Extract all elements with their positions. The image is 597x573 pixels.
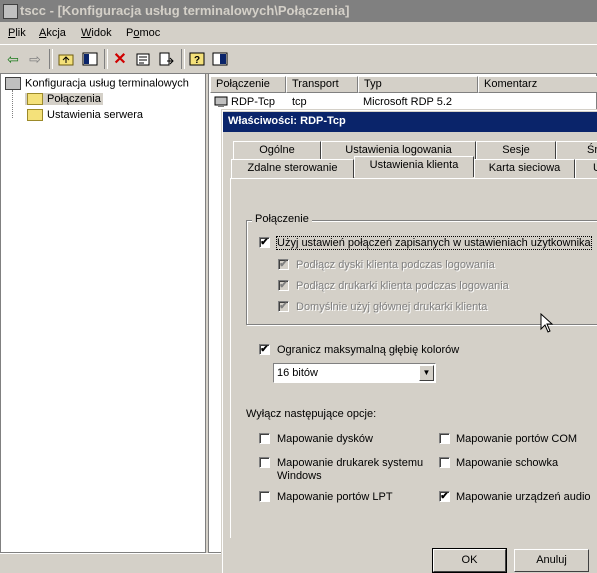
tree-root[interactable]: Konfiguracja usług terminalowych — [5, 77, 189, 90]
checkbox-default-printer[interactable]: ✔ — [278, 301, 289, 312]
group-title: Połączenie — [252, 213, 312, 225]
column-header-typ[interactable]: Typ — [358, 76, 478, 93]
up-folder-icon[interactable] — [56, 49, 76, 69]
checkbox-connect-drives[interactable]: ✔ — [278, 259, 289, 270]
toolbar: ⇦ ⇨ ✕ ? — [0, 44, 597, 74]
label-connect-printers: Podłącz drukarki klienta podczas logowan… — [296, 280, 509, 292]
label-map-audio: Mapowanie urządzeń audio — [456, 491, 591, 503]
export-list-icon[interactable] — [156, 49, 176, 69]
window-title-bar: tscc - [Konfiguracja usług terminalowych… — [0, 0, 597, 22]
console-icon — [3, 4, 18, 19]
delete-icon[interactable]: ✕ — [110, 49, 130, 69]
mouse-cursor-icon — [540, 312, 554, 338]
dialog-title: Właściwości: RDP-Tcp — [228, 115, 346, 127]
folder-icon — [27, 93, 43, 106]
action-pane-icon[interactable] — [210, 49, 230, 69]
checkbox-map-lpt[interactable] — [259, 491, 270, 502]
cancel-button[interactable]: Anuluj — [514, 549, 589, 572]
label-map-printers: Mapowanie drukarek systemu — [277, 457, 424, 469]
checkbox-map-clipboard[interactable] — [439, 457, 450, 468]
label-map-com: Mapowanie portów COM — [456, 433, 578, 445]
checkbox-limit-color-depth[interactable]: ✔ — [259, 344, 270, 355]
cell-connection: RDP-Tcp — [231, 96, 276, 108]
disable-options-label: Wyłącz następujące opcje: — [246, 408, 377, 420]
label-map-clipboard: Mapowanie schowka — [456, 457, 559, 469]
menu-bar: Plik Akcja Widok Pomoc — [0, 23, 597, 43]
menu-akcja[interactable]: Akcja — [39, 27, 66, 39]
tree-pane: Konfiguracja usług terminalowych Połącze… — [0, 73, 206, 553]
ok-button[interactable]: OK — [432, 548, 507, 573]
help-icon[interactable]: ? — [187, 49, 207, 69]
checkbox-map-audio[interactable]: ✔ — [439, 491, 450, 502]
menu-plik[interactable]: Plik — [8, 27, 26, 39]
label-limit-color-depth: Ogranicz maksymalną głębię kolorów — [277, 344, 460, 356]
label-connect-drives: Podłącz dyski klienta podczas logowania — [296, 259, 495, 271]
cell-transport: tcp — [292, 96, 307, 108]
label-map-drives: Mapowanie dysków — [277, 433, 373, 445]
tree-item-ustawienia-serwera[interactable]: Ustawienia serwera — [25, 109, 145, 122]
tab-ogolne[interactable]: Ogólne — [233, 141, 321, 160]
tree-item-label: Połączenia — [47, 93, 101, 105]
menu-pomoc[interactable]: Pomoc — [126, 27, 160, 39]
color-depth-value: 16 bitów — [277, 367, 318, 379]
window-title: tscc - [Konfiguracja usług terminalowych… — [20, 3, 350, 18]
label-use-connection-settings: Użyj ustawień połączeń zapisanych w usta… — [276, 236, 592, 250]
tree-root-label: Konfiguracja usług terminalowych — [25, 77, 189, 90]
tab-zdalne-sterowanie[interactable]: Zdalne sterowanie — [231, 159, 354, 178]
dialog-title-bar: Właściwości: RDP-Tcp — [223, 112, 597, 132]
color-depth-select[interactable]: 16 bitów ▼ — [273, 363, 436, 383]
connection-icon — [214, 96, 230, 111]
tab-karta-sieciowa[interactable]: Karta sieciowa — [474, 159, 575, 178]
menu-widok[interactable]: Widok — [81, 27, 112, 39]
svg-text:?: ? — [194, 55, 200, 66]
checkbox-use-connection-settings[interactable]: ✔ — [259, 237, 270, 248]
column-header-transport[interactable]: Transport — [286, 76, 358, 93]
tree-item-label: Ustawienia serwera — [47, 109, 143, 121]
checkbox-map-com[interactable] — [439, 433, 450, 444]
tab-srodowisko[interactable]: Śr — [556, 141, 597, 160]
checkbox-connect-printers[interactable]: ✔ — [278, 280, 289, 291]
checkbox-map-drives[interactable] — [259, 433, 270, 444]
chevron-down-icon[interactable]: ▼ — [419, 365, 434, 381]
folder-icon — [27, 109, 43, 122]
tab-uprawnienia[interactable]: U — [575, 159, 597, 178]
checkbox-map-printers[interactable] — [259, 457, 270, 468]
cell-type: Microsoft RDP 5.2 — [363, 96, 453, 108]
computer-icon — [5, 77, 21, 90]
column-header-polaczenie[interactable]: Połączenie — [210, 76, 286, 93]
tab-sesje[interactable]: Sesje — [476, 141, 556, 160]
column-header-komentarz[interactable]: Komentarz — [478, 76, 597, 93]
tab-ustawienia-klienta[interactable]: Ustawienia klienta — [354, 156, 474, 177]
forward-icon[interactable]: ⇨ — [25, 49, 45, 69]
properties-icon[interactable] — [133, 49, 153, 69]
back-icon[interactable]: ⇦ — [3, 49, 23, 69]
show-hide-tree-icon[interactable] — [80, 49, 100, 69]
label-default-printer: Domyślnie użyj głównej drukarki klienta — [296, 301, 488, 313]
label-map-lpt: Mapowanie portów LPT — [277, 491, 393, 503]
tree-item-polaczenia[interactable]: Połączenia — [25, 93, 103, 106]
label-map-printers-line2: Windows — [277, 470, 322, 482]
